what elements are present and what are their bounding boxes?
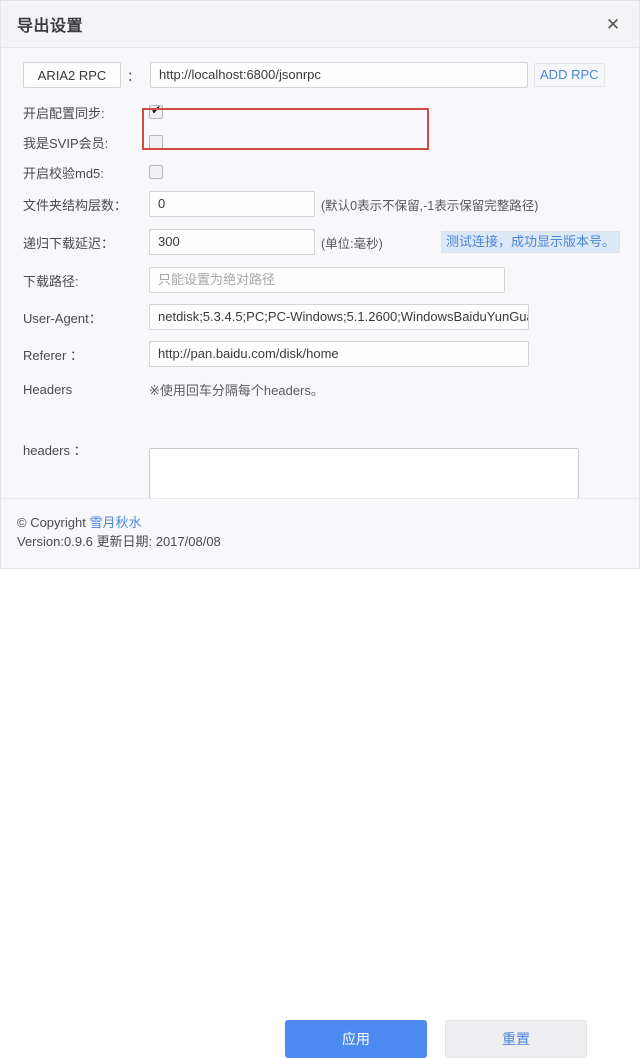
test-connection-link[interactable]: 测试连接，成功显示版本号。 — [441, 230, 621, 254]
author-link[interactable]: 雪月秋水 — [89, 515, 141, 530]
recursive-delay-input[interactable]: 300 — [149, 229, 315, 255]
md5-check-checkbox[interactable] — [149, 165, 163, 179]
folder-depth-row: 文件夹结构层数： 0 (默认0表示不保留,-1表示保留完整路径) — [1, 191, 639, 217]
page-title: 导出设置 — [17, 18, 84, 35]
dialog-titlebar: 导出设置 ✕ — [1, 1, 639, 48]
rpc-colon: ： — [127, 68, 141, 84]
rpc-row: ARIA2 RPC ： http://localhost:6800/jsonrp… — [1, 62, 639, 88]
svip-member-label: 我是SVIP会员: — [23, 135, 109, 151]
recursive-delay-hint: (单位:毫秒) — [321, 236, 383, 251]
headers-field-label: headers ： — [23, 442, 87, 458]
download-path-input[interactable]: 只能设置为绝对路径 — [149, 267, 505, 293]
rpc-url-input[interactable]: http://localhost:6800/jsonrpc — [150, 62, 529, 88]
user-agent-label: User-Agent： — [23, 310, 102, 326]
recursive-delay-row: 递归下载延迟： 300 (单位:毫秒) 测试连接，成功显示版本号。 — [1, 229, 639, 255]
settings-form: ARIA2 RPC ： http://localhost:6800/jsonrp… — [1, 48, 639, 536]
headers-section-label: Headers — [23, 381, 73, 397]
copyright-line: © Copyright 雪月秋水 — [17, 513, 221, 532]
recursive-delay-label: 递归下载延迟： — [23, 235, 115, 251]
referer-input[interactable]: http://pan.baidu.com/disk/home — [149, 341, 529, 367]
user-agent-input[interactable]: netdisk;5.3.4.5;PC;PC-Windows;5.1.2600;W… — [149, 304, 529, 330]
referer-row: Referer ： http://pan.baidu.com/disk/home — [1, 341, 639, 367]
referer-label: Referer ： — [23, 347, 83, 363]
user-agent-row: User-Agent： netdisk;5.3.4.5;PC;PC-Window… — [1, 304, 639, 330]
sync-config-label: 开启配置同步: — [23, 105, 105, 121]
dialog-footer: © Copyright 雪月秋水 Version:0.9.6 更新日期: 201… — [1, 498, 639, 1058]
add-rpc-button[interactable]: ADD RPC — [534, 63, 605, 87]
sync-config-row: 开启配置同步: — [1, 101, 639, 123]
download-path-label: 下载路径: — [23, 273, 79, 289]
md5-check-label: 开启校验md5: — [23, 165, 104, 181]
folder-depth-hint: (默认0表示不保留,-1表示保留完整路径) — [321, 198, 539, 213]
copyright-block: © Copyright 雪月秋水 Version:0.9.6 更新日期: 201… — [17, 513, 221, 551]
svip-member-row: 我是SVIP会员: — [1, 131, 639, 153]
apply-button[interactable]: 应用 — [285, 1020, 427, 1058]
svip-member-checkbox[interactable] — [149, 135, 163, 149]
copyright-prefix: © Copyright — [17, 515, 90, 530]
reset-button[interactable]: 重置 — [445, 1020, 587, 1058]
headers-note: ※使用回车分隔每个headers。 — [149, 382, 324, 398]
headers-note-row: Headers ※使用回车分隔每个headers。 — [1, 378, 639, 400]
download-path-row: 下载路径: 只能设置为绝对路径 — [1, 267, 639, 293]
folder-depth-input[interactable]: 0 — [149, 191, 315, 217]
folder-depth-label: 文件夹结构层数： — [23, 197, 128, 213]
sync-config-checkbox[interactable] — [149, 103, 163, 119]
md5-check-row: 开启校验md5: — [1, 161, 639, 183]
version-line: Version:0.9.6 更新日期: 2017/08/08 — [17, 534, 221, 549]
close-icon[interactable]: ✕ — [599, 10, 627, 38]
export-settings-dialog: 导出设置 ✕ ARIA2 RPC ： http://localhost:6800… — [0, 0, 640, 1058]
rpc-profile-select[interactable]: ARIA2 RPC — [23, 62, 121, 88]
